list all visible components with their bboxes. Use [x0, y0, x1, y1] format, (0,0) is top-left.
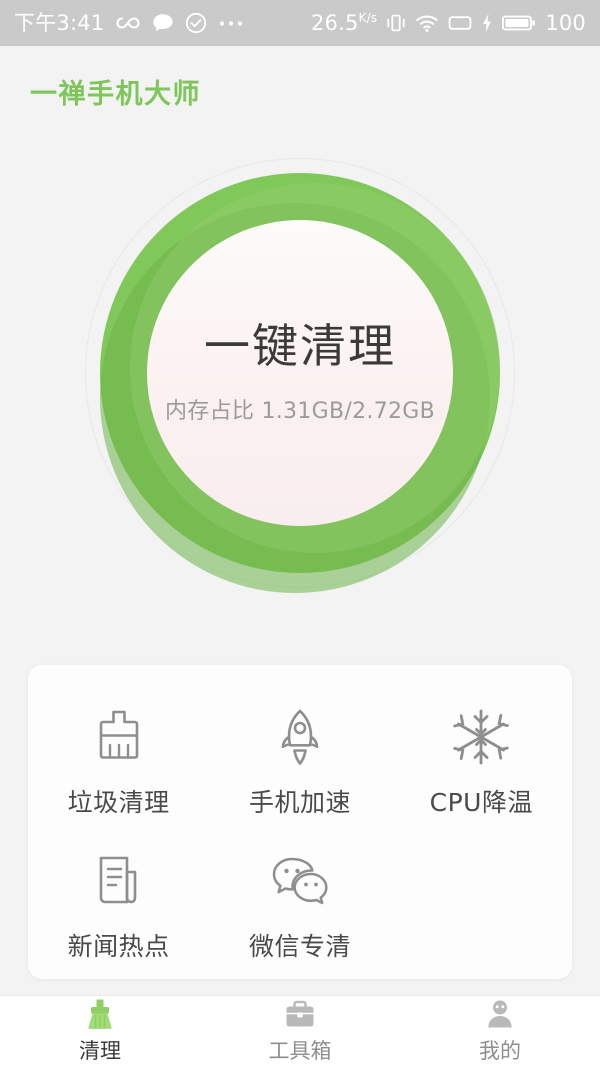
feature-news-hot[interactable]: 新闻热点 [28, 835, 209, 979]
app-title: 一禅手机大师 [30, 79, 201, 110]
toolbox-icon [283, 999, 317, 1031]
feature-wechat-clean[interactable]: 微信专清 [209, 835, 390, 979]
infinity-icon [115, 14, 141, 32]
tab-label: 清理 [79, 1038, 121, 1063]
status-bar-right: 26.5K/s 100 [311, 11, 586, 35]
vibrate-icon [386, 13, 406, 33]
person-icon [483, 999, 517, 1031]
tab-label: 我的 [479, 1038, 521, 1063]
hero-section: 一键清理 内存占比 1.31GB/2.72GB [0, 108, 600, 638]
app-header: 一禅手机大师 [0, 46, 600, 110]
network-speed-value: 26.5 [310, 11, 359, 35]
news-icon [89, 849, 149, 913]
broom-icon [89, 705, 149, 769]
bottom-navigation: 清理 工具箱 我的 [0, 995, 600, 1067]
check-circle-icon [185, 12, 207, 34]
status-bar-left: 下午3:41 [14, 12, 244, 34]
tab-clean[interactable]: 清理 [0, 996, 200, 1067]
feature-label: CPU降温 [429, 788, 533, 817]
one-key-clean-button[interactable]: 一键清理 内存占比 1.31GB/2.72GB [147, 220, 453, 526]
feature-label: 微信专清 [248, 932, 351, 961]
memory-usage-label: 内存占比 1.31GB/2.72GB [164, 399, 436, 425]
status-bar-clock: 下午3:41 [14, 10, 105, 35]
wechat-icon [269, 849, 331, 913]
tab-toolbox[interactable]: 工具箱 [200, 996, 400, 1067]
feature-label: 手机加速 [248, 788, 351, 817]
clean-ring[interactable]: 一键清理 内存占比 1.31GB/2.72GB [85, 158, 515, 593]
feature-label: 垃圾清理 [67, 788, 170, 817]
feature-label: 新闻热点 [67, 932, 170, 961]
feature-phone-boost[interactable]: 手机加速 [209, 691, 390, 835]
feature-row-1: 垃圾清理 手机加速 CPU降温 [28, 691, 572, 835]
battery-icon [502, 14, 536, 32]
sim-card-icon [448, 14, 472, 32]
tab-profile[interactable]: 我的 [400, 996, 600, 1067]
one-key-clean-label: 一键清理 [204, 318, 396, 373]
wifi-icon [415, 13, 439, 33]
feature-cpu-cool[interactable]: CPU降温 [391, 691, 572, 835]
feature-junk-clean[interactable]: 垃圾清理 [28, 691, 209, 835]
broom-icon [83, 999, 117, 1031]
feature-row-2: 新闻热点 微信专清 [28, 835, 572, 979]
battery-percentage: 100 [545, 11, 586, 35]
chat-bubble-icon [152, 13, 174, 33]
tab-label: 工具箱 [268, 1038, 332, 1063]
rocket-icon [270, 705, 330, 769]
network-speed: 26.5K/s [311, 11, 377, 35]
charging-bolt-icon [481, 13, 493, 33]
more-dots-icon [218, 19, 244, 27]
snowflake-icon [451, 705, 511, 769]
feature-card: 垃圾清理 手机加速 CPU降温 新闻热点 微信专清 [28, 665, 572, 979]
network-speed-unit: K/s [358, 11, 378, 25]
status-bar: 下午3:41 26.5K/s 100 [0, 0, 600, 46]
